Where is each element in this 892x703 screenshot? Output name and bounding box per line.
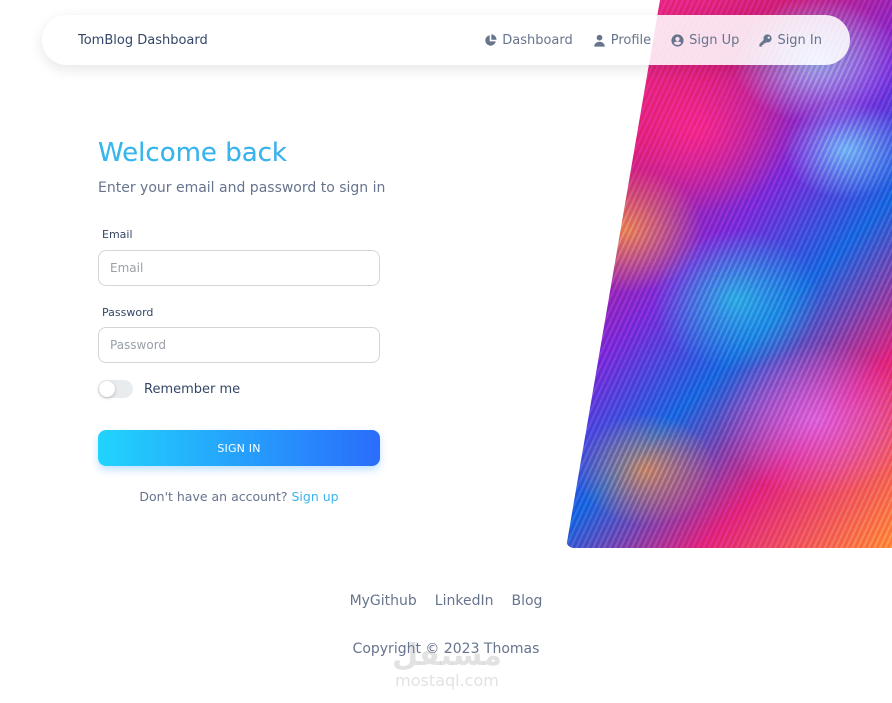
email-label: Email (102, 228, 133, 241)
nav-link-label: Profile (610, 32, 652, 48)
signup-prompt-row: Don't have an account? Sign up (98, 489, 380, 504)
password-label: Password (102, 306, 154, 319)
key-icon (759, 33, 773, 47)
brand-title[interactable]: TomBlog Dashboard (78, 33, 208, 48)
hero-artwork (566, 0, 892, 548)
nav-links: Dashboard Profile Sign Up Sign In (484, 33, 822, 48)
user-circle-icon (671, 33, 684, 47)
footer-link-github[interactable]: MyGithub (350, 593, 417, 609)
page-subtitle: Enter your email and password to sign in (98, 180, 386, 196)
remember-me-label[interactable]: Remember me (144, 382, 240, 397)
toggle-knob (99, 381, 115, 397)
nav-link-sign-up[interactable]: Sign Up (671, 33, 739, 48)
nav-link-label: Sign In (777, 32, 822, 48)
nav-link-sign-in[interactable]: Sign In (759, 33, 822, 48)
footer-link-blog[interactable]: Blog (511, 593, 542, 609)
footer-links: MyGithub LinkedIn Blog (0, 593, 892, 609)
navbar: TomBlog Dashboard Dashboard Profile Sign… (42, 15, 850, 65)
nav-link-label: Sign Up (689, 32, 740, 48)
email-input[interactable] (98, 250, 380, 286)
user-icon (593, 34, 605, 47)
password-input[interactable] (98, 327, 380, 363)
remember-me-toggle[interactable] (98, 380, 133, 398)
sign-in-button[interactable]: SIGN IN (98, 430, 380, 466)
page-title: Welcome back (98, 138, 287, 168)
copyright-text: Copyright © 2023 Thomas (352, 641, 540, 657)
signup-prompt-text: Don't have an account? (139, 489, 288, 504)
watermark-latin: mostaql.com (395, 671, 499, 690)
footer-link-linkedin[interactable]: LinkedIn (435, 593, 494, 609)
nav-link-profile[interactable]: Profile (593, 33, 651, 48)
remember-me-row: Remember me (98, 380, 240, 398)
nav-link-label: Dashboard (502, 32, 573, 48)
nav-link-dashboard[interactable]: Dashboard (484, 33, 573, 48)
pie-chart-icon (485, 33, 497, 46)
sign-up-link[interactable]: Sign up (292, 489, 339, 504)
